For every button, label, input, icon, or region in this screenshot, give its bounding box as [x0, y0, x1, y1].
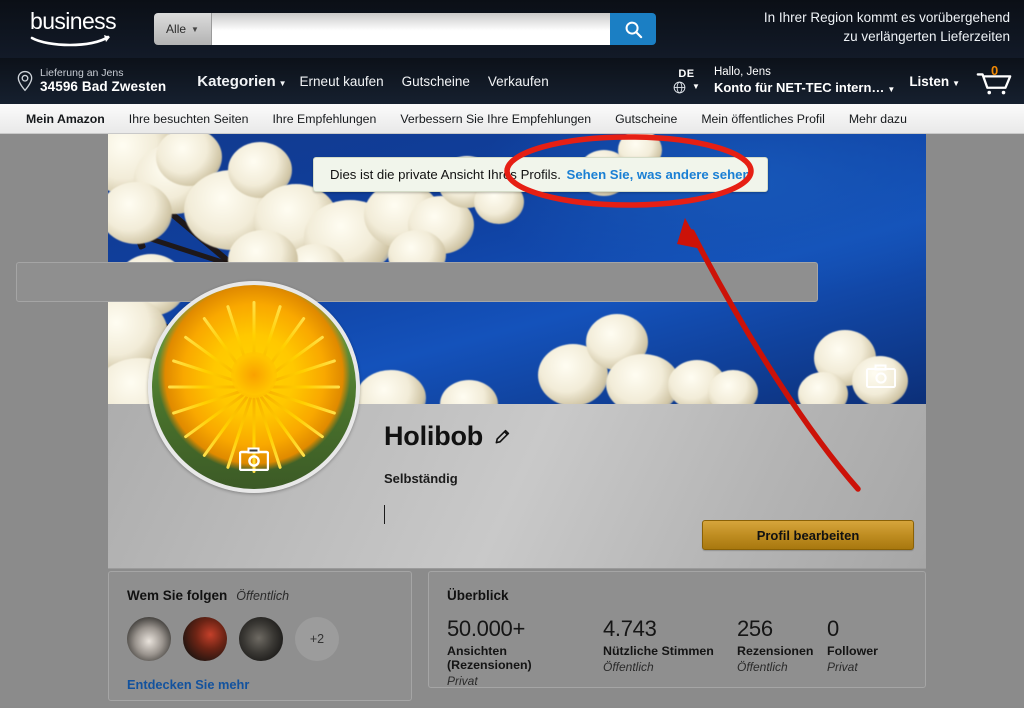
avatar-flower-center	[231, 351, 277, 398]
profile-identity-strip: Holibob Selbständig Profil bearbeiten	[108, 281, 926, 569]
discover-more-link[interactable]: Entdecken Sie mehr	[127, 677, 249, 692]
profile-avatar[interactable]	[148, 281, 360, 493]
private-view-notice-text: Dies ist die private Ansicht Ihres Profi…	[330, 167, 561, 182]
stat-followers: 0 Follower Privat	[827, 616, 896, 688]
amazon-business-logo[interactable]: business	[18, 10, 128, 48]
overview-stats: 50.000+ Ansichten (Rezensionen) Privat 4…	[447, 616, 907, 688]
stat-reviews-visibility: Öffentlich	[737, 659, 788, 674]
page-title: Holibob	[384, 421, 484, 451]
amazon-smile-icon	[30, 35, 110, 47]
region-delivery-notice: In Ihrer Region kommt es vorübergehend z…	[680, 8, 1010, 46]
location-pin-icon	[17, 70, 33, 92]
nav-link-kategorien-label: Kategorien	[197, 72, 276, 90]
delivery-location[interactable]: Lieferung an Jens 34596 Bad Zwesten	[16, 67, 166, 95]
subnav-item-verbessern[interactable]: Verbessern Sie Ihre Empfehlungen	[388, 112, 603, 126]
account-greeting: Hallo, Jens	[713, 66, 771, 79]
region-notice-line-1: In Ihrer Region kommt es vorübergehend	[763, 10, 1010, 25]
chevron-down-icon: ▼	[191, 24, 199, 34]
follower-avatar-3[interactable]	[239, 617, 283, 661]
subnav-item-mein-amazon[interactable]: Mein Amazon	[14, 112, 117, 126]
following-card-visibility: Öffentlich	[236, 589, 290, 603]
stat-views-value: 50.000+	[447, 616, 526, 641]
stat-helpful-votes-visibility: Öffentlich	[603, 659, 654, 674]
language-selector[interactable]: DE ▼	[673, 68, 700, 94]
subnav-item-mehr-dazu[interactable]: Mehr dazu	[837, 112, 919, 126]
nav-link-verkaufen[interactable]: Verkaufen	[479, 69, 558, 94]
overview-card: Überblick 50.000+ Ansichten (Rezensionen…	[428, 571, 926, 688]
camera-icon[interactable]	[239, 447, 269, 471]
logo-wordmark: business	[30, 8, 117, 34]
stat-reviews: 256 Rezensionen Öffentlich	[737, 616, 827, 688]
pencil-icon[interactable]	[494, 428, 511, 445]
search-category-label: Alle	[166, 22, 187, 36]
private-view-notice: Dies ist die private Ansicht Ihres Profi…	[313, 157, 768, 192]
profile-cards-row: Wem Sie folgen Öffentlich +2 Entdecken S…	[108, 571, 926, 701]
profile-name-row: Holibob	[384, 421, 511, 452]
nav-link-gutscheine[interactable]: Gutscheine	[393, 69, 479, 94]
see-public-view-link[interactable]: Sehen Sie, was andere sehen	[567, 167, 751, 182]
nav-link-kategorien[interactable]: Kategorien ▼	[188, 68, 290, 95]
profile-content-column: Dies ist die private Ansicht Ihres Profi…	[108, 134, 926, 569]
profile-subnav: Mein Amazon Ihre besuchten Seiten Ihre E…	[0, 104, 1024, 134]
stat-reviews-label: Rezensionen	[737, 643, 814, 658]
stat-followers-value: 0	[827, 616, 839, 641]
subnav-item-oeffentliches-profil[interactable]: Mein öffentliches Profil	[689, 112, 837, 126]
following-card-title: Wem Sie folgen	[127, 588, 228, 603]
follower-avatar-2[interactable]	[183, 617, 227, 661]
following-avatars: +2	[127, 617, 393, 661]
search-category-dropdown[interactable]: Alle ▼	[154, 13, 212, 45]
shopping-cart-button[interactable]: 0	[974, 63, 1014, 97]
account-name-text: Konto für NET-TEC intern…	[713, 80, 885, 96]
subnav-item-gutscheine[interactable]: Gutscheine	[603, 112, 689, 126]
language-code: DE	[678, 67, 695, 80]
account-name: Konto für NET-TEC intern… ▼	[714, 80, 895, 96]
globe-icon	[673, 81, 686, 94]
account-area: DE ▼ Hallo, Jens Konto für NET-TEC inter…	[673, 58, 1014, 104]
camera-icon[interactable]	[866, 364, 896, 388]
overview-card-title: Überblick	[447, 588, 509, 603]
chevron-down-icon: ▼	[278, 78, 287, 88]
stat-followers-label: Follower	[827, 643, 878, 658]
shopping-cart-icon	[976, 73, 1012, 95]
secondary-navigation-bar: Lieferung an Jens 34596 Bad Zwesten Kate…	[0, 58, 1024, 104]
stat-views-label: Ansichten (Rezensionen)	[447, 643, 532, 672]
stat-reviews-value: 256	[737, 616, 773, 641]
account-menu[interactable]: Hallo, Jens Konto für NET-TEC intern… ▼	[714, 66, 895, 95]
stat-helpful-votes: 4.743 Nützliche Stimmen Öffentlich	[603, 616, 737, 688]
bio-text-cursor	[384, 505, 385, 524]
delivery-address: 34596 Bad Zwesten	[40, 79, 167, 95]
chevron-down-icon: ▼	[952, 78, 960, 88]
follower-avatar-overflow[interactable]: +2	[295, 617, 339, 661]
lists-menu[interactable]: Listen ▼	[909, 74, 960, 89]
following-card: Wem Sie folgen Öffentlich +2 Entdecken S…	[108, 571, 412, 701]
delivery-label: Lieferung an Jens	[40, 67, 124, 80]
stat-followers-visibility: Privat	[827, 659, 858, 674]
next-card-partial	[16, 262, 818, 302]
edit-profile-button[interactable]: Profil bearbeiten	[702, 520, 914, 550]
chevron-down-icon: ▼	[887, 85, 896, 95]
nav-link-erneut-kaufen[interactable]: Erneut kaufen	[291, 69, 393, 94]
profile-header-card: Dies ist die private Ansicht Ihres Profi…	[108, 134, 926, 569]
search-icon	[625, 21, 642, 38]
top-navigation-bar: business Alle ▼ In Ihrer Region kommt es…	[0, 0, 1024, 58]
stat-helpful-votes-value: 4.743	[603, 616, 657, 641]
search-bar: Alle ▼	[154, 13, 656, 45]
page-root: business Alle ▼ In Ihrer Region kommt es…	[0, 0, 1024, 708]
stat-views-visibility: Privat	[447, 673, 478, 688]
profile-occupation: Selbständig	[384, 471, 458, 486]
subnav-item-empfehlungen[interactable]: Ihre Empfehlungen	[260, 112, 388, 126]
stat-views: 50.000+ Ansichten (Rezensionen) Privat	[447, 616, 603, 688]
subnav-item-besuchte-seiten[interactable]: Ihre besuchten Seiten	[117, 112, 261, 126]
region-notice-line-2: zu verlängerten Lieferzeiten	[843, 29, 1010, 45]
search-submit-button[interactable]	[610, 13, 656, 45]
chevron-down-icon: ▼	[692, 82, 700, 92]
main-canvas: Dies ist die private Ansicht Ihres Profi…	[0, 134, 1024, 706]
follower-avatar-1[interactable]	[127, 617, 171, 661]
stat-helpful-votes-label: Nützliche Stimmen	[603, 643, 714, 658]
profile-name-block: Holibob Selbständig	[384, 421, 511, 524]
lists-label: Listen	[909, 73, 950, 89]
search-input[interactable]	[212, 13, 610, 45]
